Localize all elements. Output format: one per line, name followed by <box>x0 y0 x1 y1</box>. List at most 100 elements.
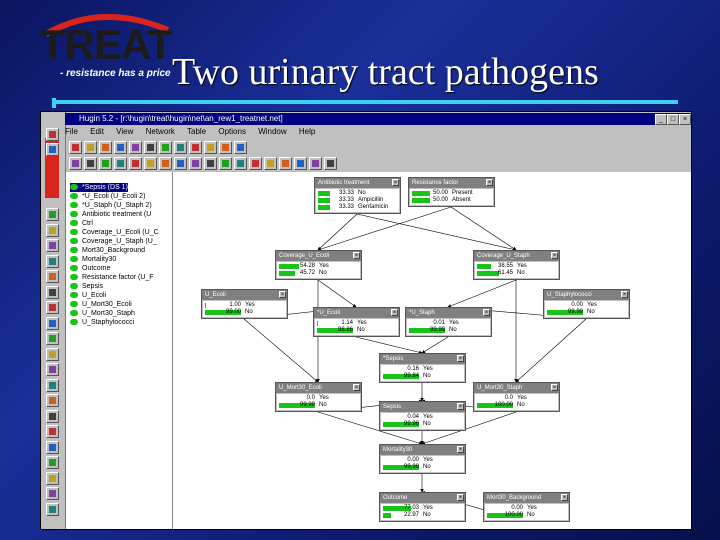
vtoolbar-tool-icon[interactable] <box>46 128 59 141</box>
monitor-window[interactable]: *U_Staph × 0.01 Yes 99.99 No <box>405 307 492 337</box>
toolbar-tool-icon[interactable] <box>129 141 142 154</box>
vtoolbar-tool-icon[interactable] <box>46 347 59 361</box>
state-row[interactable]: 22.97 No <box>381 512 464 519</box>
state-row[interactable]: 33.33 Ampicillin <box>316 197 399 204</box>
monitor-window[interactable]: Outcome × 77.03 Yes 22.97 No <box>379 492 466 522</box>
tree-item[interactable]: Coverage_U_Staph (U_ <box>70 237 157 246</box>
toolbar-tool-icon[interactable] <box>99 141 112 154</box>
close-monitor-icon[interactable]: × <box>551 252 558 259</box>
vtoolbar-tool-icon[interactable] <box>46 270 59 283</box>
tree-item[interactable]: U_Mort30_Ecoli <box>70 300 132 309</box>
toolbar-tool-icon[interactable] <box>174 141 187 154</box>
menu-edit[interactable]: Edit <box>90 127 104 136</box>
close-monitor-icon[interactable]: × <box>551 384 558 391</box>
vtoolbar-tool-icon[interactable] <box>46 254 59 268</box>
menu-file[interactable]: File <box>65 127 78 136</box>
tree-item[interactable]: Ctrl <box>70 219 93 228</box>
state-row[interactable]: 99.84 No <box>381 373 464 380</box>
close-monitor-icon[interactable]: × <box>457 494 464 501</box>
vtoolbar-tool-icon[interactable] <box>46 502 59 516</box>
toolbar-tool-icon[interactable] <box>189 157 202 170</box>
state-row[interactable]: 0.0 Yes <box>277 395 360 402</box>
toolbar-tool-icon[interactable] <box>84 141 97 154</box>
close-monitor-icon[interactable]: × <box>391 309 398 316</box>
close-monitor-icon[interactable]: × <box>561 494 568 501</box>
state-row[interactable]: 61.45 No <box>475 270 558 277</box>
monitor-window[interactable]: U_Staphylococci × 0.00 Yes 99.99 No <box>543 289 630 319</box>
close-monitor-icon[interactable]: × <box>483 309 490 316</box>
state-row[interactable]: 1.14 Yes <box>315 320 398 327</box>
state-row[interactable]: 45.72 No <box>277 270 360 277</box>
vtoolbar-tool-icon[interactable] <box>46 239 59 252</box>
state-row[interactable]: 0.0 Yes <box>475 395 558 402</box>
close-monitor-icon[interactable]: × <box>353 384 360 391</box>
vtoolbar-tool-icon[interactable] <box>46 143 59 156</box>
close-monitor-icon[interactable]: × <box>457 446 464 453</box>
toolbar-tool-icon[interactable] <box>129 157 142 170</box>
monitor-window[interactable]: Antibiotic treatment × 33.33 No 33.33 Ampicil… <box>314 177 401 214</box>
toolbar-tool-icon[interactable] <box>99 157 112 170</box>
toolbar-tool-icon[interactable] <box>174 157 187 170</box>
menu-options[interactable]: Options <box>218 127 246 136</box>
toolbar-tool-icon[interactable] <box>219 141 232 154</box>
menu-table[interactable]: Table <box>187 127 206 136</box>
toolbar-tool-icon[interactable] <box>279 157 292 170</box>
vtoolbar-tool-icon[interactable] <box>46 425 59 438</box>
toolbar-tool-icon[interactable] <box>264 157 277 170</box>
vtoolbar-tool-icon[interactable] <box>46 378 59 392</box>
state-row[interactable]: 0.04 Yes <box>381 414 464 421</box>
state-row[interactable]: 0.00 Yes <box>381 457 464 464</box>
monitor-window[interactable]: Coverage_U_Staph × 38.55 Yes 61.45 No <box>473 250 560 280</box>
toolbar-tool-icon[interactable] <box>219 157 232 170</box>
toolbar-tool-icon[interactable] <box>159 141 172 154</box>
state-row[interactable]: 0.16 Yes <box>381 366 464 373</box>
state-row[interactable]: 50.00 Present <box>410 190 493 197</box>
monitor-window[interactable]: Coverage_U_Ecoli × 54.28 Yes 45.72 No <box>275 250 362 280</box>
state-row[interactable]: 99.96 No <box>381 421 464 428</box>
tree-item[interactable]: U_Mort30_Staph <box>70 309 135 318</box>
toolbar-tool-icon[interactable] <box>69 157 82 170</box>
toolbar-tool-icon[interactable] <box>324 157 337 170</box>
vtoolbar-tool-icon[interactable] <box>46 456 59 469</box>
vtoolbar-tool-icon[interactable] <box>46 363 59 376</box>
state-row[interactable]: 50.00 Absent <box>410 197 493 204</box>
close-monitor-icon[interactable]: × <box>621 291 628 298</box>
state-row[interactable]: 0.01 Yes <box>407 320 490 327</box>
vtoolbar-tool-icon[interactable] <box>46 332 59 345</box>
monitor-window[interactable]: U_Mort30_Staph × 0.0 Yes 100.00 No <box>473 382 560 412</box>
close-monitor-icon[interactable]: × <box>457 355 464 362</box>
minimize-icon[interactable]: _ <box>655 114 667 125</box>
tree-item[interactable]: Antibiotic treatment (U <box>70 210 151 219</box>
state-row[interactable]: 0.00 Yes <box>545 302 628 309</box>
state-row[interactable]: 77.03 Yes <box>381 505 464 512</box>
tree-item[interactable]: U_Ecoli <box>70 291 106 300</box>
state-row[interactable]: 99.00 No <box>203 309 286 316</box>
monitor-window[interactable]: U_Ecoli × 1.00 Yes 99.00 No <box>201 289 288 319</box>
state-row[interactable]: 1.00 Yes <box>203 302 286 309</box>
state-row[interactable]: 99.99 No <box>381 464 464 471</box>
vtoolbar-tool-icon[interactable] <box>46 223 59 237</box>
state-row[interactable]: 99.99 No <box>545 309 628 316</box>
vtoolbar-tool-icon[interactable] <box>46 394 59 407</box>
toolbar-tool-icon[interactable] <box>114 157 127 170</box>
vtoolbar-tool-icon[interactable] <box>46 316 59 330</box>
tree-item[interactable]: Mortality30 <box>70 255 116 264</box>
vtoolbar-tool-icon[interactable] <box>46 440 59 454</box>
tree-item[interactable]: Outcome <box>70 264 110 273</box>
maximize-icon[interactable]: □ <box>667 114 679 125</box>
tree-item[interactable]: *U_Staph (U_Staph 2) <box>70 201 152 210</box>
tree-item[interactable]: *U_Ecoli (U_Ecoli 2) <box>70 192 145 201</box>
tree-item[interactable]: Resistance factor (U_F <box>70 273 154 282</box>
toolbar-tool-icon[interactable] <box>249 157 262 170</box>
monitor-window[interactable]: U_Mort30_Ecoli × 0.0 Yes 99.99 No <box>275 382 362 412</box>
tree-item[interactable]: *Sepsis (DS 1) <box>70 183 128 192</box>
toolbar-tool-icon[interactable] <box>144 157 157 170</box>
tree-item[interactable]: Mort30_Background <box>70 246 145 255</box>
monitor-window[interactable]: Resistance factor × 50.00 Present 50.00 Absen… <box>408 177 495 207</box>
toolbar-tool-icon[interactable] <box>84 157 97 170</box>
toolbar-tool-icon[interactable] <box>159 157 172 170</box>
close-monitor-icon[interactable]: × <box>392 179 399 186</box>
vtoolbar-tool-icon[interactable] <box>46 208 59 221</box>
menu-window[interactable]: Window <box>258 127 286 136</box>
toolbar-tool-icon[interactable] <box>204 157 217 170</box>
